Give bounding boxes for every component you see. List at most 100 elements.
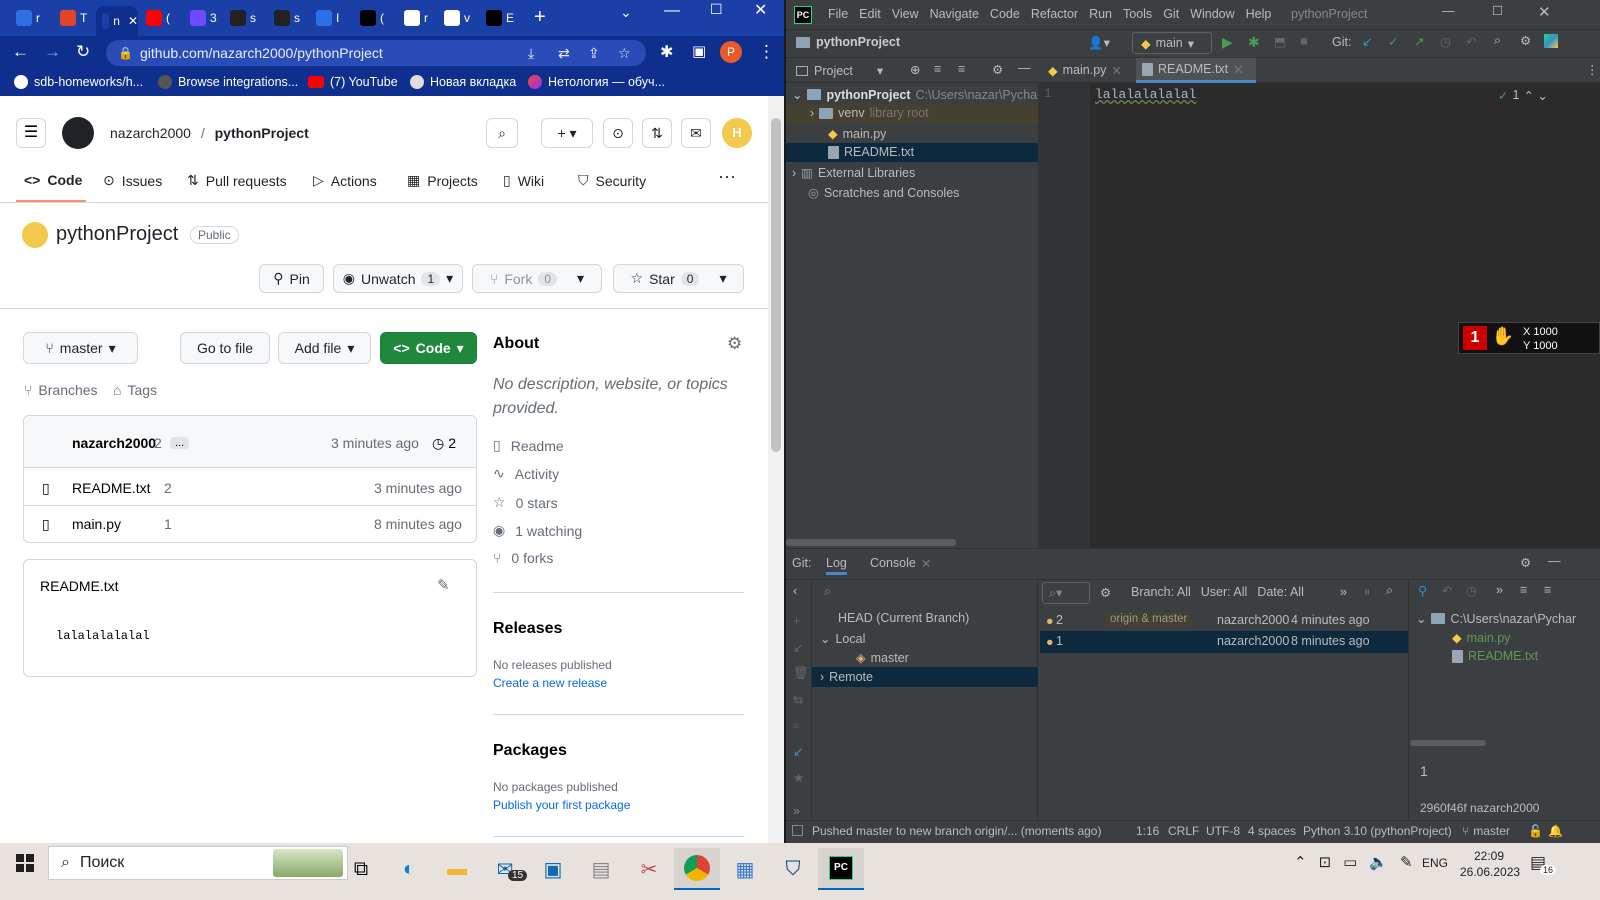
changes-root[interactable]: ⌄ C:\Users\nazar\Pychar	[1416, 611, 1576, 627]
delete-icon[interactable]: 🗑	[793, 666, 809, 681]
side-panel-icon[interactable]: ▣	[692, 42, 706, 60]
fork-button[interactable]: ⑂ Fork 0 ▾	[472, 264, 602, 293]
inbox-icon[interactable]: ✉	[681, 118, 711, 148]
file-name[interactable]: README.txt	[72, 480, 151, 496]
history-icon[interactable]: ◷	[1466, 583, 1477, 598]
user-filter[interactable]: User: All	[1201, 585, 1248, 599]
lock-icon[interactable]: 🔓	[1528, 824, 1543, 838]
search-icon[interactable]: ⌕	[824, 584, 831, 599]
locate-icon[interactable]: ⊕	[910, 62, 920, 77]
user-avatar[interactable]: H	[722, 118, 752, 148]
pin-button[interactable]: ⚲ Pin	[259, 264, 324, 293]
date-filter[interactable]: Date: All	[1257, 585, 1304, 599]
tab-wiki[interactable]: ▯ Wiki	[503, 172, 544, 189]
line-separator[interactable]: CRLF	[1168, 824, 1199, 838]
hide-icon[interactable]: —	[1548, 554, 1561, 568]
git-push-icon[interactable]: ↗	[1414, 34, 1424, 49]
tree-scrollbar[interactable]	[786, 539, 956, 546]
mail-icon[interactable]: ✉ 15	[482, 848, 528, 890]
status-message[interactable]: Pushed master to new branch origin/... (…	[812, 824, 1101, 838]
repo-link[interactable]: pythonProject	[215, 125, 309, 141]
releases-title[interactable]: Releases	[493, 620, 562, 638]
browser-tab[interactable]: s	[224, 4, 266, 32]
menu-item-help[interactable]: Help	[1246, 7, 1272, 21]
pull-requests-icon[interactable]: ⇅	[642, 118, 672, 148]
bookmark-item[interactable]: Browse integrations...	[158, 75, 298, 89]
packages-title[interactable]: Packages	[493, 742, 567, 760]
revert-icon[interactable]: ↶	[1442, 583, 1452, 598]
expand-all-icon[interactable]: ≡	[1520, 583, 1527, 597]
browser-tab[interactable]: T	[54, 4, 96, 32]
chevron-up-icon[interactable]: ⌃	[1294, 853, 1307, 871]
forward-icon[interactable]: →	[44, 42, 61, 62]
branch-local-group[interactable]: ⌄ Local	[820, 631, 865, 647]
git-commit-icon[interactable]: ✓	[1388, 34, 1398, 49]
star-button[interactable]: ☆ Star 0 ▾	[613, 264, 744, 293]
caret-position[interactable]: 1:16	[1136, 824, 1159, 838]
readme-link[interactable]: ▯ Readme	[493, 437, 564, 454]
branch-master[interactable]: ◈ master	[856, 650, 909, 666]
menu-item-navigate[interactable]: Navigate	[930, 7, 979, 21]
file-explorer-icon[interactable]: ▬	[434, 848, 480, 890]
minimize-button[interactable]: —	[664, 2, 680, 20]
maximize-button[interactable]: ☐	[1492, 3, 1503, 18]
search-everywhere-icon[interactable]: ⌕	[1494, 33, 1501, 48]
tab-search-icon[interactable]: ⌄	[620, 4, 632, 21]
menu-item-tools[interactable]: Tools	[1123, 7, 1152, 21]
close-tab-icon[interactable]: ✕	[1111, 63, 1121, 78]
changed-file[interactable]: ◆ main.py	[1452, 630, 1510, 646]
reload-icon[interactable]: ↻	[76, 42, 90, 62]
run-icon[interactable]: ▶	[1222, 34, 1233, 51]
tool-windows-icon[interactable]	[792, 825, 803, 836]
favorite-star-icon[interactable]: ★	[793, 770, 804, 785]
browser-tab[interactable]: E	[480, 4, 522, 32]
browser-tab[interactable]: s	[268, 4, 310, 32]
file-commit-msg[interactable]: 1	[164, 516, 172, 532]
close-window-button[interactable]: ✕	[754, 0, 767, 20]
profile-avatar[interactable]: P	[720, 41, 742, 63]
commit-author[interactable]: nazarch2000	[72, 435, 156, 451]
tab-code[interactable]: <> Code	[24, 172, 82, 188]
edge-icon[interactable]: ◐	[386, 848, 432, 890]
commit-row[interactable]: ● 2 origin & master nazarch2000 4 minute…	[1042, 611, 1408, 631]
back-icon[interactable]: ←	[12, 42, 29, 62]
tab-security[interactable]: ⛉ Security	[578, 172, 646, 189]
collapse-all-icon[interactable]: ≡	[1544, 583, 1551, 597]
menu-item-file[interactable]: File	[828, 7, 848, 21]
branch-head[interactable]: HEAD (Current Branch)	[838, 611, 969, 625]
debug-icon[interactable]: ✱	[1248, 34, 1260, 51]
branch-selector[interactable]: ⑂ master ▾	[23, 332, 138, 364]
notification-center-icon[interactable]: ▤ 16	[1530, 853, 1557, 875]
editor-area[interactable]	[1038, 83, 1600, 548]
commit-expand-button[interactable]: ...	[170, 437, 190, 449]
tree-item-scratches[interactable]: ◎ Scratches and Consoles	[808, 185, 959, 201]
inspection-widget[interactable]: ✓ 1 ⌃ ⌄	[1498, 88, 1548, 103]
search-button[interactable]: ⌕	[486, 118, 518, 148]
expand-all-icon[interactable]: ≡	[934, 62, 941, 76]
taskbar-search-box[interactable]: ⌕ Поиск	[48, 846, 348, 880]
menu-item-view[interactable]: View	[892, 7, 919, 21]
settings-gear-icon[interactable]: ⚙	[1520, 33, 1531, 48]
menu-item-edit[interactable]: Edit	[859, 7, 881, 21]
stars-link[interactable]: ☆ 0 stars	[493, 494, 558, 511]
more-icon[interactable]: »	[1496, 583, 1503, 597]
unwatch-button[interactable]: ◉ Unwatch 1 ▾	[333, 264, 463, 293]
device-icon[interactable]: ⊡	[1319, 853, 1332, 871]
interpreter-selector[interactable]: Python 3.10 (pythonProject)	[1303, 824, 1452, 838]
menu-item-window[interactable]: Window	[1190, 7, 1234, 21]
menu-item-git[interactable]: Git	[1163, 7, 1179, 21]
search-icon[interactable]: ⌕	[793, 718, 800, 733]
store-icon[interactable]: ▣	[530, 848, 576, 890]
collapse-all-icon[interactable]: ≡	[958, 62, 965, 76]
more-icon[interactable]: »	[1340, 585, 1347, 599]
project-breadcrumb[interactable]: pythonProject	[796, 35, 900, 49]
file-encoding[interactable]: UTF-8	[1206, 824, 1240, 838]
commit-history-link[interactable]: ◷ 2	[432, 435, 456, 452]
tab-console[interactable]: Console ✕	[870, 556, 931, 571]
more-tabs-button[interactable]: ···	[718, 166, 736, 187]
git-update-icon[interactable]: ↙	[1362, 34, 1372, 49]
indent-setting[interactable]: 4 spaces	[1248, 824, 1296, 838]
github-logo-icon[interactable]	[62, 117, 94, 149]
install-icon[interactable]: ⤓	[528, 40, 534, 66]
defender-icon[interactable]: ⛉	[770, 848, 816, 890]
